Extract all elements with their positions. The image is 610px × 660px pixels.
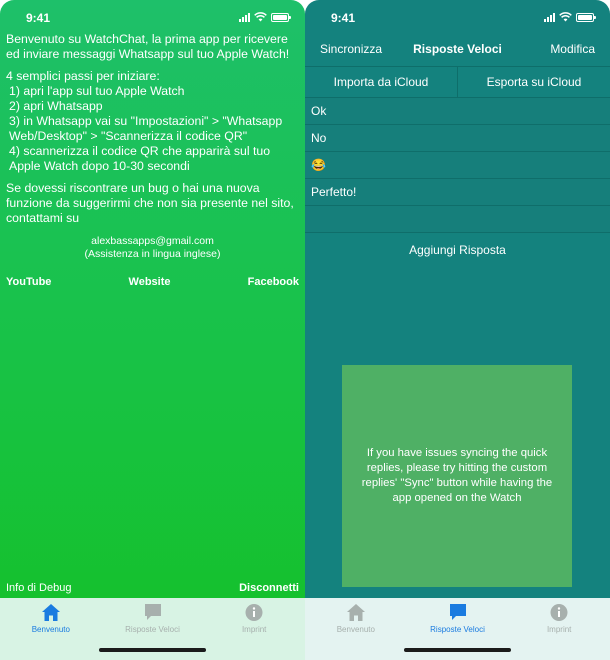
status-bar: 9:41 [0, 0, 305, 34]
replies-list: Ok No 😂 Perfetto! [305, 98, 610, 233]
tab-imprint[interactable]: Imprint [203, 598, 305, 660]
add-reply-button[interactable]: Aggiungi Risposta [305, 243, 610, 257]
tab-label: Risposte Veloci [125, 625, 180, 634]
intro-text: Benvenuto su WatchChat, la prima app per… [6, 32, 290, 61]
house-icon [41, 604, 60, 621]
tab-label: Imprint [241, 625, 267, 634]
tab-label: Imprint [546, 625, 572, 634]
reply-item[interactable]: No [305, 125, 610, 152]
status-icons [239, 12, 291, 22]
export-icloud-button[interactable]: Esporta su iCloud [457, 67, 610, 97]
cellular-signal-icon [239, 12, 250, 22]
wifi-icon [559, 12, 572, 22]
step-item: 3) in Whatsapp vai su "Impostazioni" > "… [9, 114, 283, 143]
import-icloud-button[interactable]: Importa da iCloud [305, 67, 457, 97]
tab-imprint[interactable]: Imprint [508, 598, 610, 660]
battery-icon [271, 12, 291, 22]
welcome-screen: 9:41 Benvenuto su WatchChat, la prima ap… [0, 0, 305, 660]
email-link[interactable]: alexbassapps@gmail.com [0, 235, 305, 248]
home-indicator[interactable] [404, 648, 511, 652]
disconnect-button[interactable]: Disconnetti [239, 582, 299, 594]
youtube-link[interactable]: YouTube [6, 276, 51, 288]
reply-item[interactable]: Ok [305, 98, 610, 125]
step-item: 2) apri Whatsapp [9, 99, 103, 113]
icloud-actions: Importa da iCloud Esporta su iCloud [305, 66, 610, 98]
welcome-text: Benvenuto su WatchChat, la prima app per… [6, 32, 300, 233]
support-note: (Assistenza in lingua inglese) [84, 248, 221, 260]
contact-info: alexbassapps@gmail.com (Assistenza in li… [0, 235, 305, 261]
status-time: 9:41 [26, 11, 51, 25]
cellular-signal-icon [544, 12, 555, 22]
chat-bubble-icon [144, 604, 161, 620]
info-icon [245, 604, 263, 621]
reply-item-empty[interactable] [305, 206, 610, 233]
house-icon [346, 604, 365, 621]
steps-title: 4 semplici passi per iniziare: [6, 69, 160, 83]
tab-benvenuto[interactable]: Benvenuto [0, 598, 102, 660]
step-item: 1) apri l'app sul tuo Apple Watch [9, 84, 185, 98]
debug-info-button[interactable]: Info di Debug [6, 582, 71, 594]
reply-item[interactable]: 😂 [305, 152, 610, 179]
wifi-icon [254, 12, 267, 22]
sync-notice: If you have issues syncing the quick rep… [342, 365, 572, 587]
navigation-bar: Sincronizza Risposte Veloci Modifica [305, 34, 610, 64]
tab-benvenuto[interactable]: Benvenuto [305, 598, 407, 660]
bug-report-text: Se dovessi riscontrare un bug o hai una … [6, 181, 294, 225]
status-time: 9:41 [331, 11, 356, 25]
tab-label: Risposte Veloci [430, 625, 485, 634]
status-bar: 9:41 [305, 0, 610, 34]
info-icon [550, 604, 568, 621]
tab-label: Benvenuto [31, 625, 70, 634]
home-indicator[interactable] [99, 648, 206, 652]
facebook-link[interactable]: Facebook [248, 276, 299, 288]
quick-replies-screen: 9:41 Sincronizza Risposte Veloci Modific… [305, 0, 610, 660]
edit-button[interactable]: Modifica [550, 42, 595, 56]
website-link[interactable]: Website [129, 276, 171, 288]
bottom-actions: Info di Debug Disconnetti [6, 582, 299, 594]
social-links: YouTube Website Facebook [6, 276, 299, 288]
tab-label: Benvenuto [336, 625, 375, 634]
sync-notice-text: If you have issues syncing the quick rep… [361, 447, 553, 504]
status-icons [544, 12, 596, 22]
reply-item[interactable]: Perfetto! [305, 179, 610, 206]
step-item: 4) scannerizza il codice QR che apparirà… [9, 144, 271, 173]
battery-icon [576, 12, 596, 22]
chat-bubble-icon [449, 604, 466, 620]
